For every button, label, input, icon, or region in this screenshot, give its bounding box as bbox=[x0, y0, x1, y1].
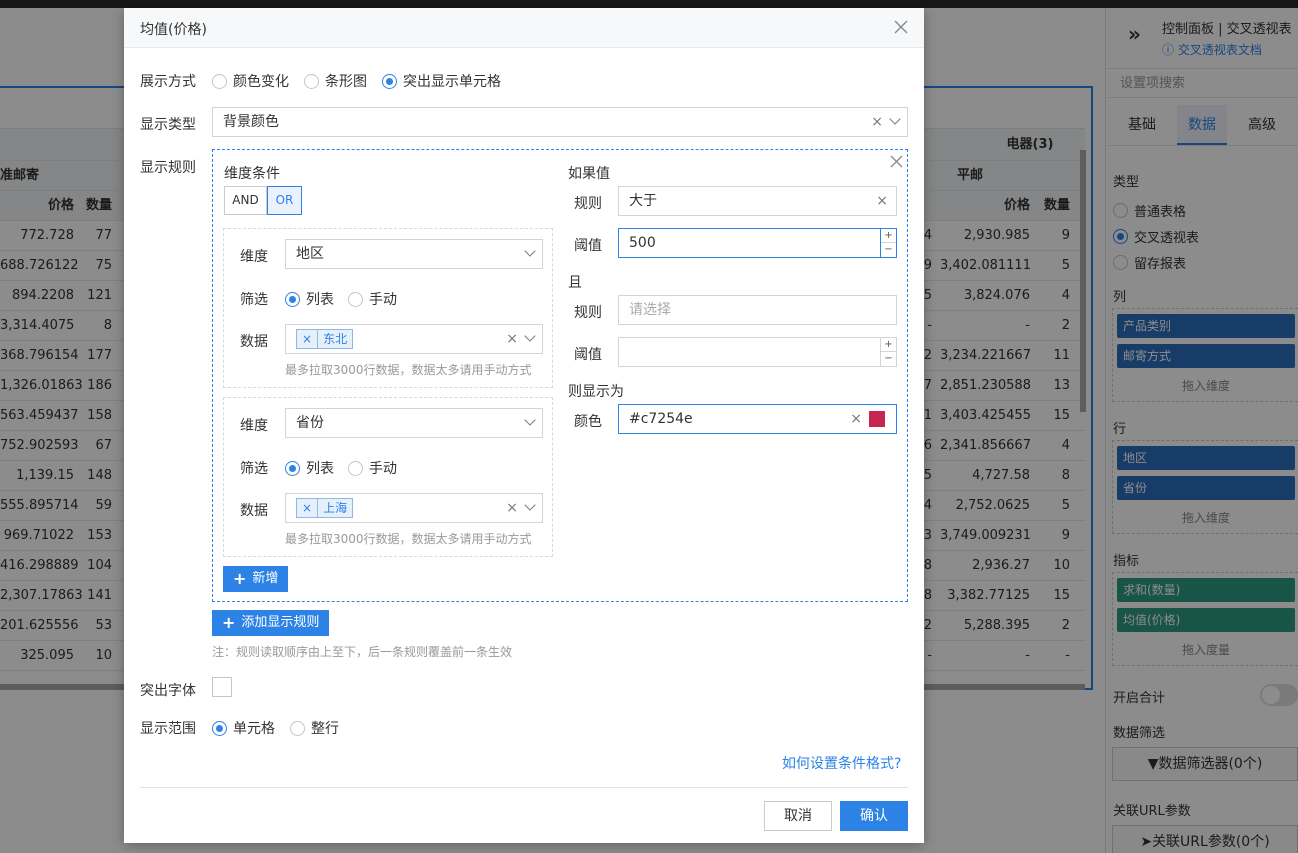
threshold-stepper[interactable]: + − bbox=[880, 338, 896, 366]
display-mode-label: 展示方式 bbox=[140, 74, 196, 90]
radio-checked-icon bbox=[212, 720, 227, 736]
remove-tag-icon[interactable]: × bbox=[297, 499, 319, 517]
chevron-down-icon[interactable] bbox=[889, 113, 901, 125]
chevron-down-icon[interactable] bbox=[524, 414, 536, 426]
then-display-label: 则显示为 bbox=[568, 384, 624, 400]
remove-rule-icon[interactable] bbox=[890, 155, 904, 169]
filter-label: 筛选 bbox=[240, 292, 268, 308]
conditional-format-dialog: 均值(价格) 展示方式 颜色变化 条形图 突出显示单元格 显示类型 背景颜色 ×… bbox=[124, 8, 924, 843]
or-button[interactable]: OR bbox=[267, 186, 302, 215]
threshold-label: 阈值 bbox=[574, 347, 602, 363]
filter-list-radio[interactable]: 列表 bbox=[285, 458, 334, 478]
dialog-title: 均值(价格) bbox=[140, 22, 207, 38]
data-label: 数据 bbox=[240, 503, 268, 519]
data-hint: 最多拉取3000行数据，数据太多请用手动方式 bbox=[285, 532, 532, 546]
condition-card-2: 维度 省份 筛选 列表 手动 数据 × 上海 × 最多拉取3000行数据，数据太多… bbox=[223, 397, 553, 557]
remove-tag-icon[interactable]: × bbox=[297, 330, 319, 348]
dimension-condition-label: 维度条件 bbox=[224, 166, 280, 182]
color-label: 颜色 bbox=[574, 414, 602, 430]
clear-icon[interactable]: × bbox=[871, 108, 883, 136]
mode-bar-chart[interactable]: 条形图 bbox=[304, 71, 367, 91]
clear-icon[interactable]: × bbox=[506, 494, 518, 522]
rule-label: 规则 bbox=[574, 196, 602, 212]
radio-icon bbox=[304, 73, 319, 89]
dimension-select[interactable]: 地区 bbox=[285, 239, 543, 269]
logic-toggle: AND OR bbox=[224, 186, 302, 215]
mode-color-change[interactable]: 颜色变化 bbox=[212, 71, 289, 91]
dialog-header bbox=[124, 8, 924, 48]
close-icon[interactable] bbox=[894, 20, 910, 36]
clear-icon[interactable]: × bbox=[876, 187, 888, 215]
dimension-label: 维度 bbox=[240, 418, 268, 434]
display-rule-label: 显示规则 bbox=[140, 160, 196, 176]
chevron-down-icon[interactable] bbox=[524, 330, 536, 342]
data-multiselect[interactable]: × 上海 × bbox=[285, 493, 543, 523]
radio-checked-icon bbox=[382, 73, 397, 89]
decrement-icon[interactable]: − bbox=[881, 243, 896, 257]
chevron-down-icon[interactable] bbox=[524, 245, 536, 257]
rule-box: 维度条件 AND OR 维度 地区 筛选 列表 手动 数据 × 东北 × 最多拉取… bbox=[212, 149, 908, 602]
cancel-button[interactable]: 取消 bbox=[764, 801, 832, 831]
clear-icon[interactable]: × bbox=[850, 405, 862, 433]
radio-icon bbox=[348, 291, 363, 307]
color-input[interactable]: #c7254e × bbox=[618, 404, 897, 434]
filter-manual-radio[interactable]: 手动 bbox=[348, 289, 397, 309]
highlight-font-checkbox[interactable] bbox=[212, 677, 232, 697]
plus-icon: + bbox=[222, 613, 236, 632]
color-swatch[interactable] bbox=[869, 411, 885, 427]
radio-icon bbox=[348, 460, 363, 476]
radio-icon bbox=[212, 73, 227, 89]
display-type-select[interactable]: 背景颜色 × bbox=[212, 107, 908, 137]
display-type-label: 显示类型 bbox=[140, 117, 196, 133]
condition-card-1: 维度 地区 筛选 列表 手动 数据 × 东北 × 最多拉取3000行数据，数据太多… bbox=[223, 228, 553, 388]
data-hint: 最多拉取3000行数据，数据太多请用手动方式 bbox=[285, 363, 532, 377]
rule-label: 规则 bbox=[574, 305, 602, 321]
add-display-rule-button[interactable]: + 添加显示规则 bbox=[212, 610, 330, 636]
increment-icon[interactable]: + bbox=[881, 229, 896, 243]
footer-divider bbox=[140, 787, 908, 788]
threshold-stepper[interactable]: + − bbox=[880, 229, 896, 257]
radio-icon bbox=[290, 720, 305, 736]
radio-checked-icon bbox=[285, 291, 300, 307]
mode-highlight-cell[interactable]: 突出显示单元格 bbox=[382, 71, 501, 91]
range-cell-radio[interactable]: 单元格 bbox=[212, 718, 275, 738]
decrement-icon[interactable]: − bbox=[881, 352, 896, 366]
threshold-input-1[interactable]: 500 + − bbox=[618, 228, 897, 258]
plus-icon: + bbox=[233, 569, 247, 588]
help-link[interactable]: 如何设置条件格式? bbox=[782, 753, 901, 773]
if-value-label: 如果值 bbox=[568, 166, 610, 182]
clear-icon[interactable]: × bbox=[506, 325, 518, 353]
filter-label: 筛选 bbox=[240, 461, 268, 477]
filter-manual-radio[interactable]: 手动 bbox=[348, 458, 397, 478]
display-range-label: 显示范围 bbox=[140, 721, 196, 737]
rule-select-1[interactable]: 大于 × bbox=[618, 186, 897, 216]
chevron-down-icon[interactable] bbox=[524, 499, 536, 511]
data-label: 数据 bbox=[240, 334, 268, 350]
selected-tag: × 东北 bbox=[296, 329, 354, 349]
confirm-button[interactable]: 确认 bbox=[840, 801, 908, 831]
filter-list-radio[interactable]: 列表 bbox=[285, 289, 334, 309]
increment-icon[interactable]: + bbox=[881, 338, 896, 352]
rule-order-note: 注：规则读取顺序由上至下，后一条规则覆盖前一条生效 bbox=[212, 645, 513, 659]
rule-select-2[interactable]: 请选择 bbox=[618, 295, 897, 325]
threshold-input-2[interactable]: + − bbox=[618, 337, 897, 367]
dimension-label: 维度 bbox=[240, 249, 268, 265]
and-button[interactable]: AND bbox=[224, 186, 267, 215]
data-multiselect[interactable]: × 东北 × bbox=[285, 324, 543, 354]
selected-tag: × 上海 bbox=[296, 498, 354, 518]
dimension-select[interactable]: 省份 bbox=[285, 408, 543, 438]
highlight-font-label: 突出字体 bbox=[140, 683, 196, 699]
radio-checked-icon bbox=[285, 460, 300, 476]
range-row-radio[interactable]: 整行 bbox=[290, 718, 339, 738]
add-condition-button[interactable]: + 新增 bbox=[223, 566, 289, 592]
threshold-label: 阈值 bbox=[574, 238, 602, 254]
and-label: 且 bbox=[568, 275, 582, 291]
